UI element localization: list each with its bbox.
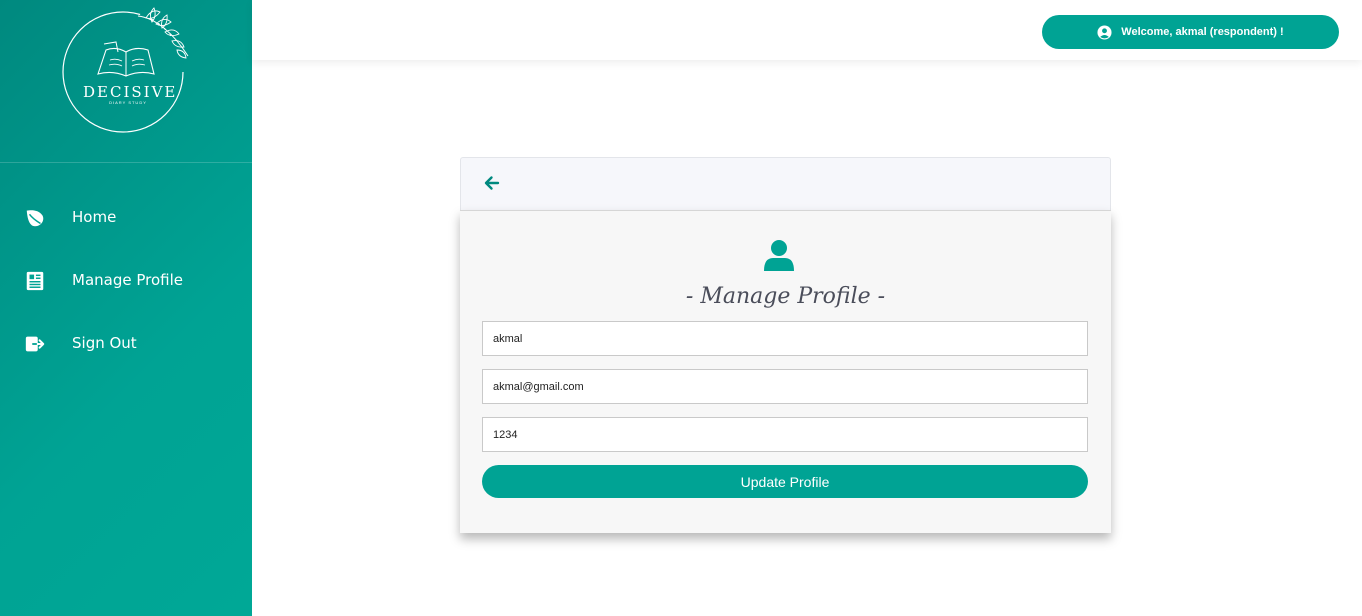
sign-out-icon	[25, 336, 45, 352]
arrow-left-icon[interactable]	[483, 174, 501, 192]
leaf-icon	[26, 210, 44, 227]
logo[interactable]: DECISIVE DIARY STUDY	[0, 0, 252, 163]
welcome-text: Welcome, akmal (respondent) !	[1121, 26, 1284, 38]
document-icon	[26, 271, 44, 291]
welcome-button[interactable]: Welcome, akmal (respondent) !	[1042, 15, 1339, 49]
sidebar-item-label: Manage Profile	[72, 271, 183, 289]
email-field[interactable]	[482, 369, 1088, 404]
sidebar-item-sign-out[interactable]: Sign Out	[0, 324, 252, 364]
brand-name: DECISIVE	[83, 83, 178, 101]
brand-tagline: DIARY STUDY	[109, 100, 147, 105]
sidebar-item-label: Sign Out	[72, 334, 137, 352]
sidebar-item-manage-profile[interactable]: Manage Profile	[0, 261, 252, 301]
user-circle-icon	[1097, 24, 1112, 40]
username-field[interactable]	[482, 321, 1088, 356]
book-logo-icon	[62, 7, 189, 133]
sidebar-item-label: Home	[72, 208, 117, 226]
update-profile-button[interactable]: Update Profile	[482, 465, 1088, 498]
card-header	[460, 157, 1111, 211]
user-icon	[764, 240, 794, 271]
profile-card: - Manage Profile - Update Profile	[460, 210, 1111, 533]
page-title: - Manage Profile -	[685, 284, 886, 309]
sidebar: DECISIVE DIARY STUDY Home Manage Profile…	[0, 0, 252, 616]
sidebar-item-home[interactable]: Home	[0, 198, 252, 238]
password-field[interactable]	[482, 417, 1088, 452]
